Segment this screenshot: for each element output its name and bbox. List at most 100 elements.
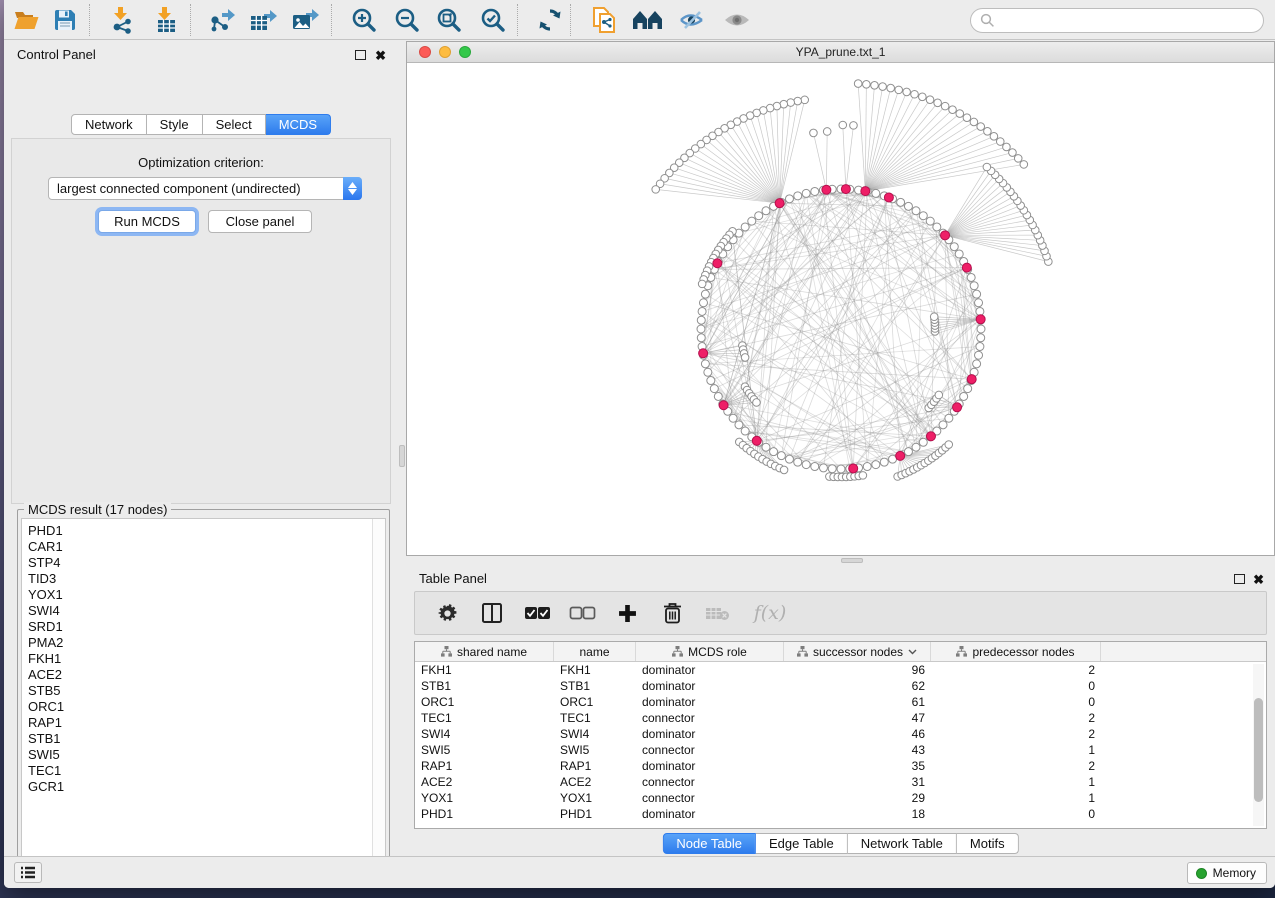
table-scrollbar[interactable] [1253, 664, 1264, 826]
graph-node[interactable] [897, 198, 905, 206]
table-row[interactable]: SWI4SWI4dominator462 [415, 726, 1266, 742]
graph-node[interactable] [707, 377, 715, 385]
result-node-item[interactable]: SRD1 [28, 619, 64, 635]
graph-node[interactable] [802, 189, 810, 197]
graph-node[interactable] [755, 212, 763, 220]
graph-node[interactable] [872, 189, 880, 197]
search-input[interactable] [970, 8, 1264, 33]
show-columns-button[interactable] [478, 602, 506, 624]
tab-motifs[interactable]: Motifs [957, 833, 1019, 854]
graph-hub-node[interactable] [841, 185, 850, 194]
result-node-item[interactable]: SWI4 [28, 603, 64, 619]
graph-node[interactable] [970, 282, 978, 290]
graph-node[interactable] [950, 243, 958, 251]
open-file-button[interactable] [8, 4, 44, 36]
graph-node[interactable] [697, 325, 705, 333]
graph-node[interactable] [811, 187, 819, 195]
graph-node[interactable] [926, 96, 934, 104]
graph-node[interactable] [967, 273, 975, 281]
graph-node[interactable] [973, 290, 981, 298]
graph-node[interactable] [828, 465, 836, 473]
graph-node[interactable] [729, 414, 737, 422]
graph-node[interactable] [762, 443, 770, 451]
graph-node[interactable] [819, 464, 827, 472]
graph-node[interactable] [753, 399, 761, 407]
result-node-item[interactable]: STB1 [28, 731, 64, 747]
column-header-successor-nodes[interactable]: successor nodes [784, 642, 931, 661]
float-panel-icon[interactable] [355, 50, 366, 60]
graph-hub-node[interactable] [884, 193, 893, 202]
graph-node[interactable] [990, 133, 998, 141]
graph-node[interactable] [1009, 149, 1017, 157]
graph-node[interactable] [960, 392, 968, 400]
graph-node[interactable] [748, 217, 756, 225]
export-image-button[interactable] [287, 4, 323, 36]
graph-node[interactable] [977, 334, 985, 342]
table-scrollbar-thumb[interactable] [1254, 698, 1263, 802]
graph-node[interactable] [698, 307, 706, 315]
result-node-item[interactable]: PHD1 [28, 523, 64, 539]
table-row[interactable]: SWI5SWI5connector431 [415, 742, 1266, 758]
import-table-button[interactable] [148, 4, 184, 36]
graph-node[interactable] [701, 360, 709, 368]
graph-hub-node[interactable] [699, 349, 708, 358]
zoom-fit-button[interactable] [431, 4, 467, 36]
deselect-all-button[interactable] [568, 606, 596, 620]
result-node-item[interactable]: CAR1 [28, 539, 64, 555]
graph-node[interactable] [777, 452, 785, 460]
zoom-out-button[interactable] [389, 4, 425, 36]
graph-node[interactable] [977, 325, 985, 333]
table-row[interactable]: ACE2ACE2connector311 [415, 774, 1266, 790]
graph-hub-node[interactable] [962, 263, 971, 272]
graph-hub-node[interactable] [713, 259, 722, 268]
horizontal-splitter[interactable] [406, 556, 1275, 565]
table-settings-button[interactable] [433, 603, 461, 624]
select-all-button[interactable] [523, 606, 551, 620]
result-node-item[interactable]: ACE2 [28, 667, 64, 683]
duplicate-network-button[interactable] [586, 4, 622, 36]
graph-node[interactable] [919, 93, 927, 101]
graph-node[interactable] [975, 351, 983, 359]
table-row[interactable]: PHD1PHD1dominator180 [415, 806, 1266, 822]
graph-node[interactable] [801, 96, 809, 104]
graph-node[interactable] [850, 122, 858, 130]
graph-node[interactable] [945, 414, 953, 422]
graph-node[interactable] [794, 458, 802, 466]
graph-node[interactable] [710, 385, 718, 393]
graph-node[interactable] [863, 81, 871, 89]
close-panel-icon[interactable]: ✖ [375, 48, 386, 64]
graph-hub-node[interactable] [976, 315, 985, 324]
tab-network[interactable]: Network [71, 114, 147, 135]
graph-hub-node[interactable] [861, 187, 870, 196]
graph-node[interactable] [984, 128, 992, 136]
export-network-button[interactable] [204, 4, 240, 36]
graph-node[interactable] [787, 99, 795, 107]
graph-node[interactable] [837, 465, 845, 473]
graph-node[interactable] [904, 202, 912, 210]
result-node-item[interactable]: ORC1 [28, 699, 64, 715]
result-node-item[interactable]: RAP1 [28, 715, 64, 731]
graph-node[interactable] [741, 427, 749, 435]
graph-hub-node[interactable] [941, 231, 950, 240]
graph-node[interactable] [933, 223, 941, 231]
apply-layout-button[interactable] [532, 4, 568, 36]
graph-hub-node[interactable] [752, 436, 761, 445]
close-panel-icon[interactable]: ✖ [1253, 572, 1264, 588]
tab-mcds[interactable]: MCDS [266, 114, 331, 135]
vertical-splitter[interactable] [398, 41, 406, 856]
graph-node[interactable] [956, 110, 964, 118]
result-node-item[interactable]: SWI5 [28, 747, 64, 763]
graph-node[interactable] [895, 86, 903, 94]
graph-node[interactable] [854, 80, 862, 88]
splitter-grip[interactable] [399, 445, 405, 467]
tab-network-table[interactable]: Network Table [848, 833, 957, 854]
hide-selected-button[interactable] [675, 4, 711, 36]
table-row[interactable]: RAP1RAP1dominator352 [415, 758, 1266, 774]
result-node-item[interactable]: TID3 [28, 571, 64, 587]
tab-style[interactable]: Style [147, 114, 203, 135]
graph-hub-node[interactable] [822, 185, 831, 194]
graph-node[interactable] [770, 448, 778, 456]
tab-node-table[interactable]: Node Table [662, 833, 756, 854]
table-row[interactable]: ORC1ORC1dominator610 [415, 694, 1266, 710]
graph-node[interactable] [697, 316, 705, 324]
